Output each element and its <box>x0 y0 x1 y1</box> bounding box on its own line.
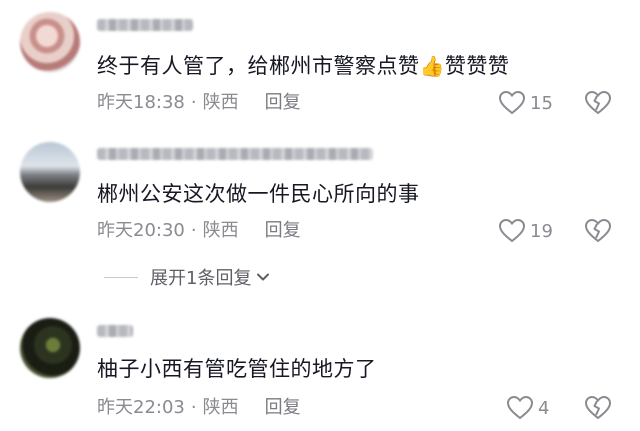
comment-text: 柚子小西有管吃管住的地方了 <box>97 357 377 381</box>
username-blurred[interactable] <box>97 325 133 337</box>
broken-heart-icon[interactable] <box>584 90 612 116</box>
username-blurred[interactable] <box>97 19 193 31</box>
like-button[interactable]: 4 <box>506 395 549 421</box>
comment-meta: 昨天22:03 · 陕西 回复 <box>97 396 301 420</box>
meta-separator: · <box>190 92 197 113</box>
heart-outline-icon <box>498 90 526 115</box>
meta-separator: · <box>190 397 197 418</box>
heart-outline-icon <box>506 395 534 420</box>
comment-text: 郴州公安这次做一件民心所向的事 <box>97 182 420 206</box>
comment-location: 陕西 <box>202 92 239 113</box>
like-button[interactable]: 19 <box>498 218 553 244</box>
comment-meta: 昨天20:30 · 陕西 回复 <box>97 219 301 243</box>
avatar[interactable] <box>20 318 80 378</box>
meta-separator: · <box>190 220 197 241</box>
avatar[interactable] <box>20 142 80 202</box>
comment-time: 昨天20:30 <box>97 220 185 241</box>
thumbs-up-emoji: 👍 <box>419 54 445 78</box>
like-count: 15 <box>530 92 553 114</box>
reply-button[interactable]: 回复 <box>265 92 301 113</box>
reply-button[interactable]: 回复 <box>265 397 301 418</box>
expand-replies-button[interactable]: 展开1条回复 <box>104 264 271 290</box>
comment-time: 昨天18:38 <box>97 92 185 113</box>
broken-heart-icon[interactable] <box>584 395 612 421</box>
like-count: 19 <box>530 220 553 242</box>
comment-text: 终于有人管了，给郴州市警察点赞👍赞赞赞 <box>97 54 510 78</box>
comment-time: 昨天22:03 <box>97 397 185 418</box>
reply-button[interactable]: 回复 <box>265 220 301 241</box>
expand-replies-label: 展开1条回复 <box>150 268 252 289</box>
expand-divider <box>104 276 138 278</box>
comment-location: 陕西 <box>202 397 239 418</box>
username-blurred[interactable] <box>97 148 373 160</box>
comment-meta: 昨天18:38 · 陕西 回复 <box>97 91 301 115</box>
broken-heart-icon[interactable] <box>584 218 612 244</box>
like-count: 4 <box>538 397 550 419</box>
like-button[interactable]: 15 <box>498 90 553 116</box>
heart-outline-icon <box>498 218 526 243</box>
comment-location: 陕西 <box>202 220 239 241</box>
avatar[interactable] <box>20 12 80 72</box>
chevron-down-icon <box>257 273 270 281</box>
